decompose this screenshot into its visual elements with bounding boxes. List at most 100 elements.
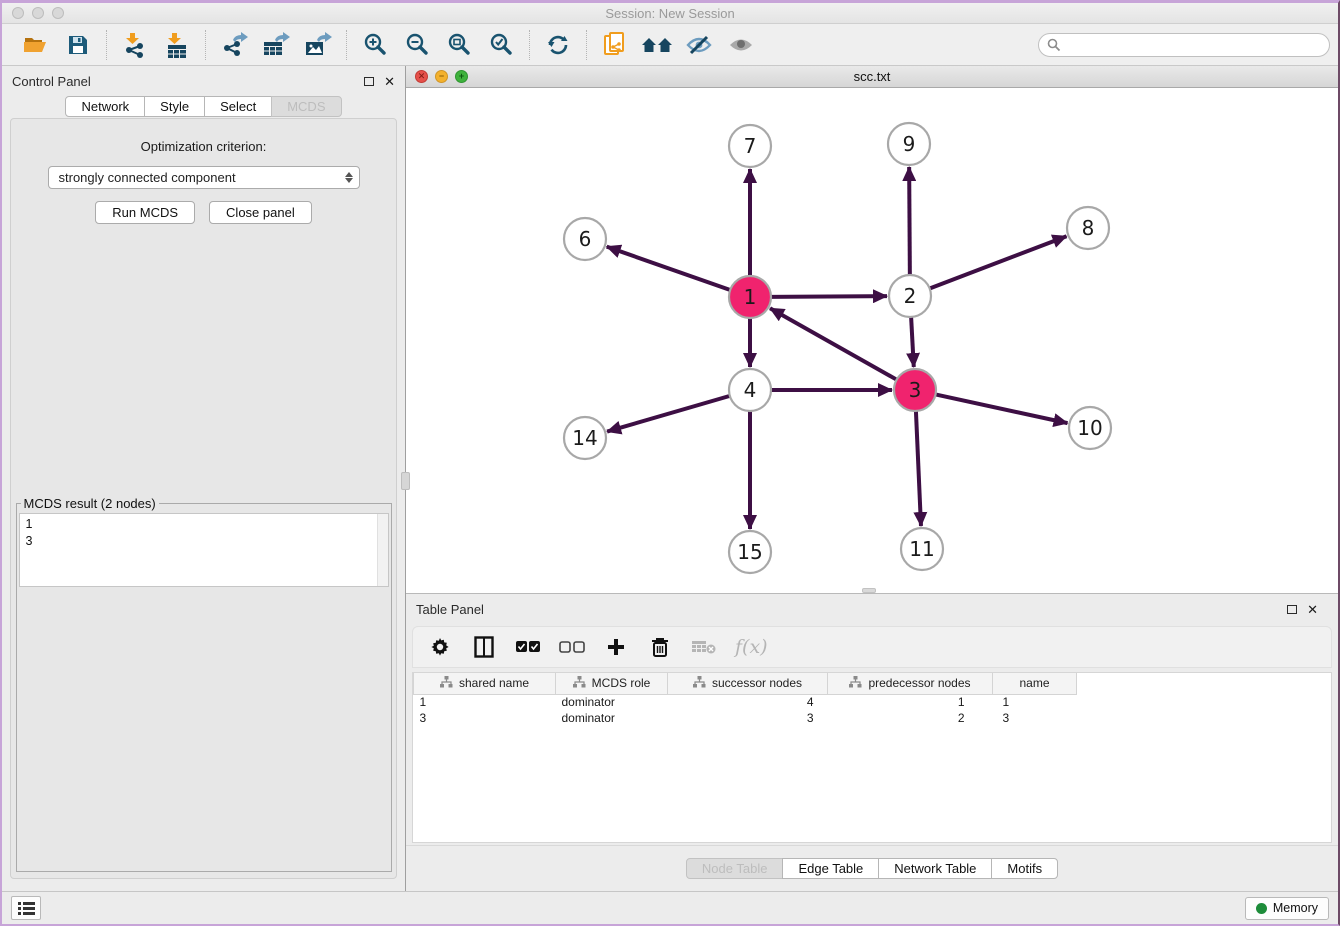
graph-node-1[interactable]: 1 (729, 276, 771, 318)
mcds-result-list[interactable]: 1 3 (19, 513, 389, 587)
toolbar-separator (106, 30, 107, 60)
graph-node-label: 15 (737, 540, 762, 564)
apply-layout-icon[interactable] (540, 28, 576, 62)
graph-node-7[interactable]: 7 (729, 125, 771, 167)
run-mcds-button[interactable]: Run MCDS (95, 201, 195, 224)
delete-table-icon[interactable] (691, 633, 717, 661)
table-cell[interactable]: 2 (828, 710, 993, 726)
export-network-icon[interactable] (216, 28, 252, 62)
first-neighbors-icon[interactable] (639, 28, 675, 62)
graph-edge-3-1[interactable] (770, 308, 897, 379)
table-cell[interactable]: 1 (828, 694, 993, 710)
result-scrollbar[interactable] (377, 514, 388, 586)
column-header-shared-name[interactable]: shared name (414, 673, 556, 694)
tab-motifs[interactable]: Motifs (991, 858, 1058, 879)
search-input[interactable] (1038, 33, 1330, 57)
gear-icon[interactable] (427, 633, 453, 661)
add-row-icon[interactable] (603, 633, 629, 661)
table-cell[interactable]: 4 (668, 694, 828, 710)
column-sort-icon (849, 676, 862, 691)
table-row[interactable]: 3dominator323 (414, 710, 1077, 726)
zoom-fit-icon[interactable] (441, 28, 477, 62)
column-header-label: successor nodes (712, 676, 802, 690)
main-toolbar (2, 24, 1338, 66)
delete-row-icon[interactable] (647, 633, 673, 661)
graph-edge-3-10[interactable] (936, 394, 1068, 423)
table-cell[interactable]: dominator (556, 710, 668, 726)
graph-node-6[interactable]: 6 (564, 218, 606, 260)
graph-node-15[interactable]: 15 (729, 531, 771, 573)
zoom-in-icon[interactable] (357, 28, 393, 62)
tab-network-table[interactable]: Network Table (878, 858, 992, 879)
graph-node-9[interactable]: 9 (888, 123, 930, 165)
graph-edge-2-8[interactable] (930, 236, 1067, 288)
network-canvas[interactable]: 7 9 6 8 1 2 4 3 14 10 15 11 (406, 88, 1338, 593)
tab-style[interactable]: Style (144, 96, 205, 117)
export-image-icon[interactable] (300, 28, 336, 62)
vertical-splitter-handle[interactable] (401, 472, 410, 490)
tab-select[interactable]: Select (204, 96, 272, 117)
graph-edge-2-9[interactable] (909, 167, 910, 275)
column-header-predecessor-nodes[interactable]: predecessor nodes (828, 673, 993, 694)
tab-network[interactable]: Network (65, 96, 145, 117)
column-header-label: predecessor nodes (868, 676, 970, 690)
table-cell[interactable]: 3 (414, 710, 556, 726)
graph-node-8[interactable]: 8 (1067, 207, 1109, 249)
task-history-icon[interactable] (11, 896, 41, 920)
tab-node-table[interactable]: Node Table (686, 858, 784, 879)
float-panel-icon[interactable] (364, 77, 374, 86)
graph-edge-3-11[interactable] (916, 411, 921, 526)
graph-edge-2-3[interactable] (911, 317, 914, 367)
table-row[interactable]: 1dominator411 (414, 694, 1077, 710)
column-header-mcds-role[interactable]: MCDS role (556, 673, 668, 694)
column-header-successor-nodes[interactable]: successor nodes (668, 673, 828, 694)
graph-node-4[interactable]: 4 (729, 369, 771, 411)
graph-edge-4-14[interactable] (607, 396, 730, 432)
optimization-criterion-select[interactable]: strongly connected component (48, 166, 360, 189)
network-minimize-icon[interactable]: − (435, 70, 448, 83)
select-all-icon[interactable] (515, 633, 541, 661)
graph-node-2[interactable]: 2 (889, 275, 931, 317)
close-panel-button[interactable]: Close panel (209, 201, 312, 224)
hide-selected-icon[interactable] (681, 28, 717, 62)
show-all-icon[interactable] (723, 28, 759, 62)
network-file-icon[interactable] (597, 28, 633, 62)
horizontal-splitter-handle[interactable] (862, 588, 876, 593)
open-file-icon[interactable] (18, 28, 54, 62)
graph-node-3[interactable]: 3 (894, 369, 936, 411)
window-title: Session: New Session (2, 6, 1338, 21)
zoom-selected-icon[interactable] (483, 28, 519, 62)
control-panel-tabs: NetworkStyleSelectMCDS (2, 96, 405, 117)
node-table: shared nameMCDS role successor nodes prede… (412, 672, 1332, 843)
table-cell[interactable]: 1 (414, 694, 556, 710)
table-cell[interactable]: dominator (556, 694, 668, 710)
network-close-icon[interactable]: ✕ (415, 70, 428, 83)
tab-edge-table[interactable]: Edge Table (782, 858, 879, 879)
column-sort-icon (440, 676, 453, 691)
deselect-all-icon[interactable] (559, 633, 585, 661)
close-table-panel-icon[interactable]: ✕ (1307, 603, 1318, 616)
graph-node-11[interactable]: 11 (901, 528, 943, 570)
float-table-panel-icon[interactable] (1287, 605, 1297, 614)
graph-edge-1-6[interactable] (607, 247, 730, 290)
table-cell[interactable]: 1 (993, 694, 1077, 710)
table-cell[interactable]: 3 (668, 710, 828, 726)
function-builder-icon[interactable]: f(x) (735, 636, 768, 658)
import-network-icon[interactable] (117, 28, 153, 62)
graph-node-10[interactable]: 10 (1069, 407, 1111, 449)
export-table-icon[interactable] (258, 28, 294, 62)
graph-node-label: 9 (903, 132, 916, 156)
memory-button[interactable]: Memory (1245, 897, 1329, 920)
save-session-icon[interactable] (60, 28, 96, 62)
tab-mcds[interactable]: MCDS (271, 96, 341, 117)
import-table-icon[interactable] (159, 28, 195, 62)
close-panel-icon[interactable]: ✕ (384, 75, 395, 88)
table-cell[interactable]: 3 (993, 710, 1077, 726)
mcds-result-group: MCDS result (2 nodes) 1 3 (16, 496, 392, 872)
graph-node-14[interactable]: 14 (564, 417, 606, 459)
network-maximize-icon[interactable]: + (455, 70, 468, 83)
zoom-out-icon[interactable] (399, 28, 435, 62)
split-panel-icon[interactable] (471, 633, 497, 661)
graph-edge-1-2[interactable] (771, 296, 887, 297)
column-header-name[interactable]: name (993, 673, 1077, 694)
